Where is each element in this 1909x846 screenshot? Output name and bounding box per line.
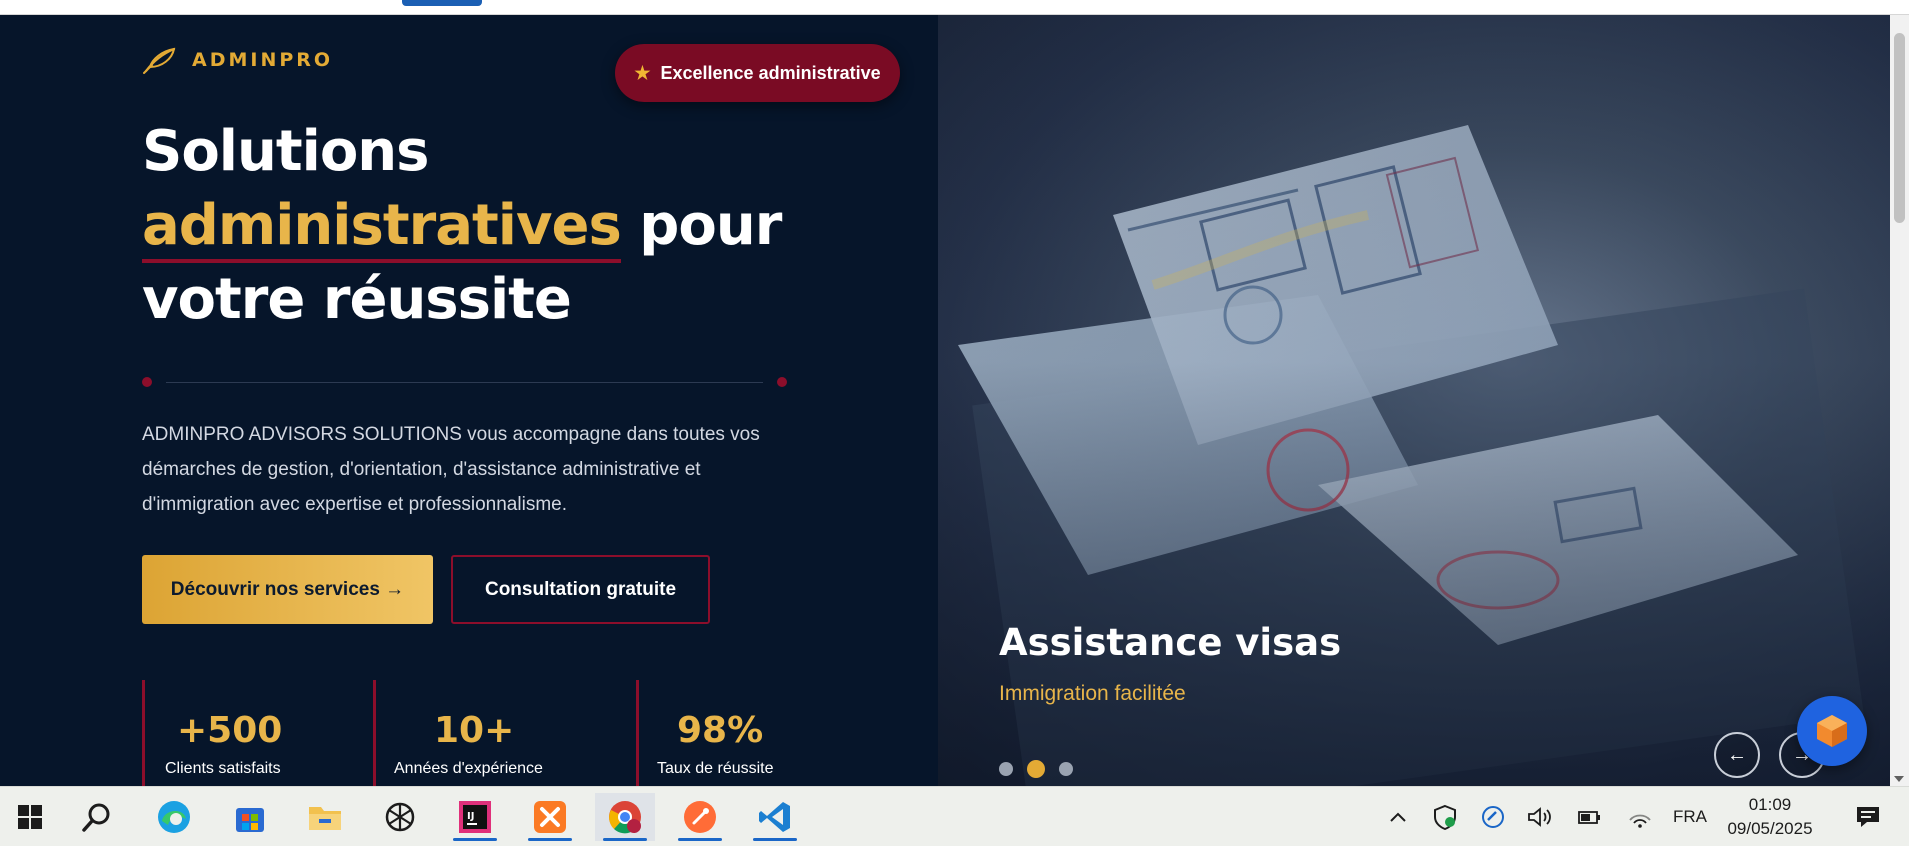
chat-widget-button[interactable] xyxy=(1797,696,1867,766)
taskbar-postman[interactable] xyxy=(670,793,730,841)
page-scrollbar[interactable] xyxy=(1890,15,1909,786)
stat-label: Années d'expérience xyxy=(394,760,543,777)
stat-value: 10+ xyxy=(434,710,515,751)
free-consultation-button[interactable]: Consultation gratuite xyxy=(451,555,710,624)
chevron-up-icon xyxy=(1390,812,1406,822)
browser-top-strip xyxy=(0,0,1909,15)
discover-services-button[interactable]: Découvrir nos services → xyxy=(142,555,433,624)
windows-logo-icon xyxy=(18,805,42,829)
hero-intro-text: ADMINPRO ADVISORS SOLUTIONS vous accompa… xyxy=(142,424,760,515)
stat-success-rate: 98% Taux de réussite xyxy=(636,680,786,786)
stat-value: +500 xyxy=(177,710,283,751)
stat-value: 98% xyxy=(677,710,764,751)
taskbar-edge[interactable] xyxy=(144,793,204,841)
divider-dot-right xyxy=(777,377,787,387)
stat-label: Taux de réussite xyxy=(657,760,774,777)
taskbar-chrome[interactable] xyxy=(595,793,655,841)
scrollbar-thumb[interactable] xyxy=(1894,33,1905,223)
taskbar-intellij[interactable]: IJ xyxy=(445,793,505,841)
taskbar-search[interactable] xyxy=(67,793,127,841)
tray-wifi[interactable] xyxy=(1623,787,1657,846)
headline-line-2-rest: pour xyxy=(620,193,782,258)
image-overlay xyxy=(938,15,1890,786)
stat-years: 10+ Années d'expérience xyxy=(373,680,635,786)
decorative-divider xyxy=(142,377,787,387)
hero-left-panel: ADMINPRO Solutions administratives pour … xyxy=(0,15,938,786)
headline-line-2: administratives pour xyxy=(142,189,842,263)
start-button[interactable] xyxy=(0,793,60,841)
star-icon: ★ xyxy=(634,62,651,83)
taskbar-clock[interactable]: 01:09 09/05/2025 xyxy=(1720,793,1820,841)
taskbar-vscode[interactable] xyxy=(745,793,805,841)
search-icon xyxy=(82,803,110,832)
scroll-down-arrow-icon[interactable] xyxy=(1894,776,1904,782)
clock-date: 09/05/2025 xyxy=(1727,819,1813,838)
feather-icon xyxy=(143,47,176,74)
taskbar-file-explorer[interactable] xyxy=(295,793,355,841)
hero-slider xyxy=(938,15,1890,786)
intellij-icon: IJ xyxy=(459,801,491,833)
shield-icon xyxy=(1434,804,1456,830)
divider-rule xyxy=(166,382,763,383)
vscode-icon xyxy=(759,802,790,832)
running-indicator xyxy=(453,838,497,841)
headline-accent: administratives xyxy=(142,189,622,263)
badge-label: Excellence administrative xyxy=(660,62,881,83)
taskbar-chatgpt[interactable] xyxy=(370,793,430,841)
slider-prev-button[interactable]: ← xyxy=(1714,732,1760,778)
store-icon xyxy=(236,808,264,832)
brand-logo[interactable]: ADMINPRO xyxy=(142,45,333,75)
show-hidden-icons[interactable] xyxy=(1383,787,1413,846)
headline-line-1: Solutions xyxy=(142,119,430,184)
running-indicator xyxy=(528,838,572,841)
clock-time: 01:09 xyxy=(1748,795,1792,814)
stat-clients: +500 Clients satisfaits xyxy=(142,680,372,786)
active-tab-indicator[interactable] xyxy=(402,0,482,6)
tray-vpn[interactable] xyxy=(1476,787,1510,846)
stat-label: Clients satisfaits xyxy=(165,760,281,777)
volume-icon xyxy=(1528,807,1551,827)
slide-subtitle: Immigration facilitée xyxy=(999,682,1186,705)
input-language[interactable]: FRA xyxy=(1668,787,1712,846)
tray-volume[interactable] xyxy=(1523,787,1557,846)
windows-taskbar: IJ FRA 01:09 09/05/2025 xyxy=(0,786,1909,846)
notification-icon xyxy=(1857,807,1879,827)
slider-dot-3[interactable] xyxy=(1059,762,1073,776)
brand-name: ADMINPRO xyxy=(192,49,334,71)
postman-icon xyxy=(684,801,716,833)
running-indicator xyxy=(678,838,722,841)
excellence-badge: ★ Excellence administrative xyxy=(615,44,900,102)
divider-dot-left xyxy=(142,377,152,387)
chrome-icon xyxy=(609,801,641,834)
edge-icon xyxy=(158,801,190,833)
slider-dot-2[interactable] xyxy=(1027,760,1045,778)
hero-headline: Solutions administratives pour votre réu… xyxy=(142,115,842,337)
battery-icon xyxy=(1578,811,1600,824)
running-indicator xyxy=(603,838,647,841)
running-indicator xyxy=(753,838,797,841)
taskbar-store[interactable] xyxy=(220,793,280,841)
tray-battery[interactable] xyxy=(1573,787,1607,846)
svg-text:IJ: IJ xyxy=(467,811,474,822)
folder-icon xyxy=(309,807,341,830)
slide-title: Assistance visas xyxy=(999,621,1342,664)
slider-dot-1[interactable] xyxy=(999,762,1013,776)
chatgpt-icon xyxy=(385,802,415,832)
page-viewport: ADMINPRO Solutions administratives pour … xyxy=(0,15,1890,786)
cube-icon xyxy=(1817,715,1847,747)
tray-security[interactable] xyxy=(1428,787,1462,846)
vpn-icon xyxy=(1482,806,1504,828)
slider-dots xyxy=(999,760,1073,778)
taskbar-xampp[interactable] xyxy=(520,793,580,841)
wifi-icon xyxy=(1629,814,1651,828)
xampp-icon xyxy=(534,801,566,833)
headline-line-3: votre réussite xyxy=(142,267,572,332)
arrow-left-icon: ← xyxy=(1727,743,1747,766)
notification-center[interactable] xyxy=(1844,787,1892,846)
